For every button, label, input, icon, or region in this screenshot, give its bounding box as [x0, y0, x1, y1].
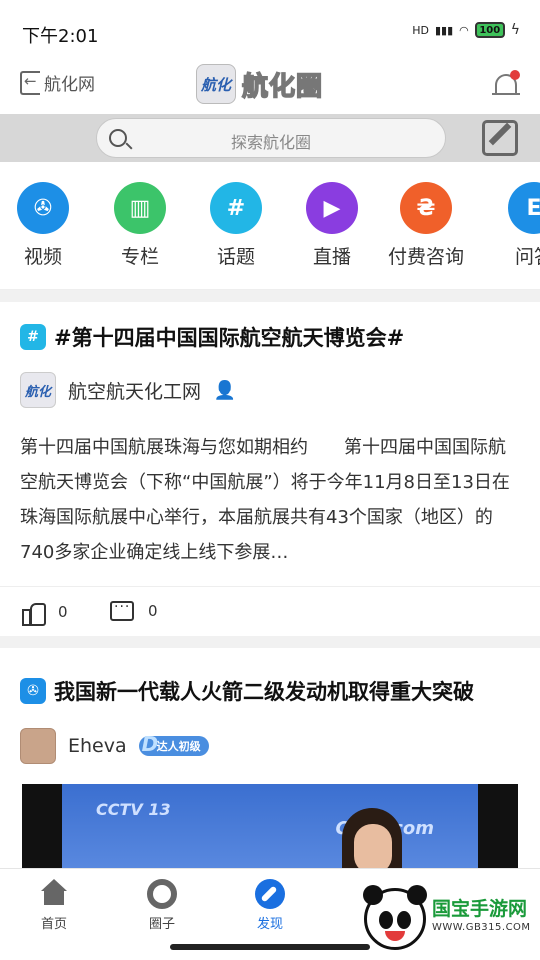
like-button[interactable]: 0: [22, 601, 68, 626]
charging-icon: ϟ: [510, 22, 520, 38]
panda-eye: [379, 911, 393, 929]
level-badge: 达人初级: [138, 732, 209, 756]
panda-ear: [407, 885, 427, 905]
post-author[interactable]: 航化 航空航天化工网 👤: [20, 372, 237, 408]
cctv-logo: CCTV 13: [96, 800, 171, 819]
network-label: HD: [412, 23, 429, 37]
post-author[interactable]: Eheva 达人初级: [20, 728, 209, 764]
notification-dot: [510, 70, 520, 80]
lock-icon: ₴: [400, 182, 452, 234]
like-count: 0: [58, 603, 68, 621]
logo-mark: 航化: [196, 64, 236, 104]
nav-circle[interactable]: 圈子: [122, 879, 202, 932]
category-column[interactable]: ▥ 专栏: [92, 182, 188, 269]
post-title-text: 我国新一代载人火箭二级发动机取得重大突破: [54, 680, 474, 704]
home-indicator[interactable]: [170, 944, 370, 950]
compose-icon[interactable]: [482, 120, 518, 156]
thumbs-up-icon: [22, 601, 46, 626]
video-reel-icon: ✇: [17, 182, 69, 234]
category-paid-consult[interactable]: ₴ 付费咨询: [378, 182, 474, 269]
post-title[interactable]: ✇ 我国新一代载人火箭二级发动机取得重大突破: [20, 676, 474, 706]
wifi-icon: ◠: [459, 23, 469, 37]
anchor-face: [354, 824, 392, 874]
comment-count: 0: [148, 602, 158, 620]
nav-label: 发现: [256, 917, 283, 932]
category-topic[interactable]: # 话题: [188, 182, 284, 269]
back-label: 航化网: [44, 75, 95, 95]
post-card[interactable]: ✇ 我国新一代载人火箭二级发动机取得重大突破 Eheva 达人初级 CCTV 1…: [0, 648, 540, 874]
comment-icon: [110, 599, 134, 621]
notification-bell-icon[interactable]: [492, 68, 520, 100]
post-title[interactable]: # #第十四届中国国际航空航天博览会#: [20, 322, 404, 352]
camera-icon: ▶: [306, 182, 358, 234]
signal-icon: ▮▮▮: [434, 23, 454, 37]
panda-ear: [363, 885, 383, 905]
search-placeholder: 探索航化圈: [230, 133, 311, 152]
panda-logo-icon: [363, 885, 427, 950]
verified-icon: 👤: [213, 379, 237, 401]
category-video[interactable]: ✇ 视频: [0, 182, 91, 269]
category-qa[interactable]: E 问答: [486, 182, 540, 269]
back-arrow-icon: [20, 70, 40, 95]
video-thumbnail[interactable]: CCTV 13 CCTV.com: [22, 784, 518, 874]
category-label: 话题: [216, 246, 255, 268]
logo-text: 航化圈: [241, 71, 324, 103]
category-label: 专栏: [120, 246, 159, 268]
avatar: 航化: [20, 372, 56, 408]
panda-eye: [397, 911, 411, 929]
category-label: 问答: [514, 246, 540, 268]
post-title-text: #第十四届中国国际航空航天博览会#: [54, 326, 405, 350]
watermark-title: 国宝手游网: [432, 898, 528, 920]
author-name: 航空航天化工网: [68, 380, 202, 403]
app-logo: 航化 航化圈: [196, 64, 323, 104]
comment-button[interactable]: 0: [110, 599, 158, 621]
book-icon: ▥: [114, 182, 166, 234]
back-button[interactable]: 航化网: [20, 70, 95, 95]
compass-icon: [255, 879, 285, 909]
category-row: ✇ 视频 ▥ 专栏 # 话题 ▶ 直播 ₴ 付费咨询 E 问答: [0, 162, 540, 290]
site-watermark: 国宝手游网 WWW.GB315.COM: [352, 880, 540, 960]
video-frame: CCTV 13 CCTV.com: [62, 784, 478, 874]
battery-icon: 100: [474, 22, 505, 38]
category-label: 付费咨询: [387, 246, 464, 268]
app-header: 航化网 航化 航化圈: [0, 64, 540, 114]
nav-home[interactable]: 首页: [14, 879, 94, 932]
category-live[interactable]: ▶ 直播: [284, 182, 380, 269]
category-label: 直播: [312, 246, 351, 268]
panda-mouth: [385, 931, 405, 941]
status-bar: 下午2:01 HD ▮▮▮ ◠ 100 ϟ: [0, 0, 540, 64]
hashtag-chat-icon: #: [20, 324, 46, 350]
post-actions: 0 0: [0, 586, 540, 636]
bell-base: [492, 93, 520, 95]
status-time: 下午2:01: [22, 26, 99, 47]
search-input[interactable]: 探索航化圈: [96, 118, 446, 158]
post-card[interactable]: # #第十四届中国国际航空航天博览会# 航化 航空航天化工网 👤 第十四届中国航…: [0, 302, 540, 636]
qa-icon: E: [508, 182, 540, 234]
search-strip: 探索航化圈: [0, 114, 540, 162]
home-icon: [39, 879, 69, 909]
avatar: [20, 728, 56, 764]
post-body[interactable]: 第十四届中国航展珠海与您如期相约 第十四届中国国际航空航天博览会（下称“中国航展…: [20, 430, 520, 570]
author-name: Eheva: [68, 735, 127, 757]
watermark-url: WWW.GB315.COM: [432, 922, 531, 933]
section-divider: [0, 636, 540, 648]
nav-discover[interactable]: 发现: [230, 879, 310, 932]
status-icons: HD ▮▮▮ ◠ 100 ϟ: [412, 22, 520, 38]
hashtag-chat-icon: #: [210, 182, 262, 234]
category-label: 视频: [23, 246, 62, 268]
nav-label: 圈子: [148, 917, 175, 932]
video-reel-icon: ✇: [20, 678, 46, 704]
aperture-icon: [147, 879, 177, 909]
nav-label: 首页: [40, 917, 67, 932]
section-divider: [0, 290, 540, 302]
